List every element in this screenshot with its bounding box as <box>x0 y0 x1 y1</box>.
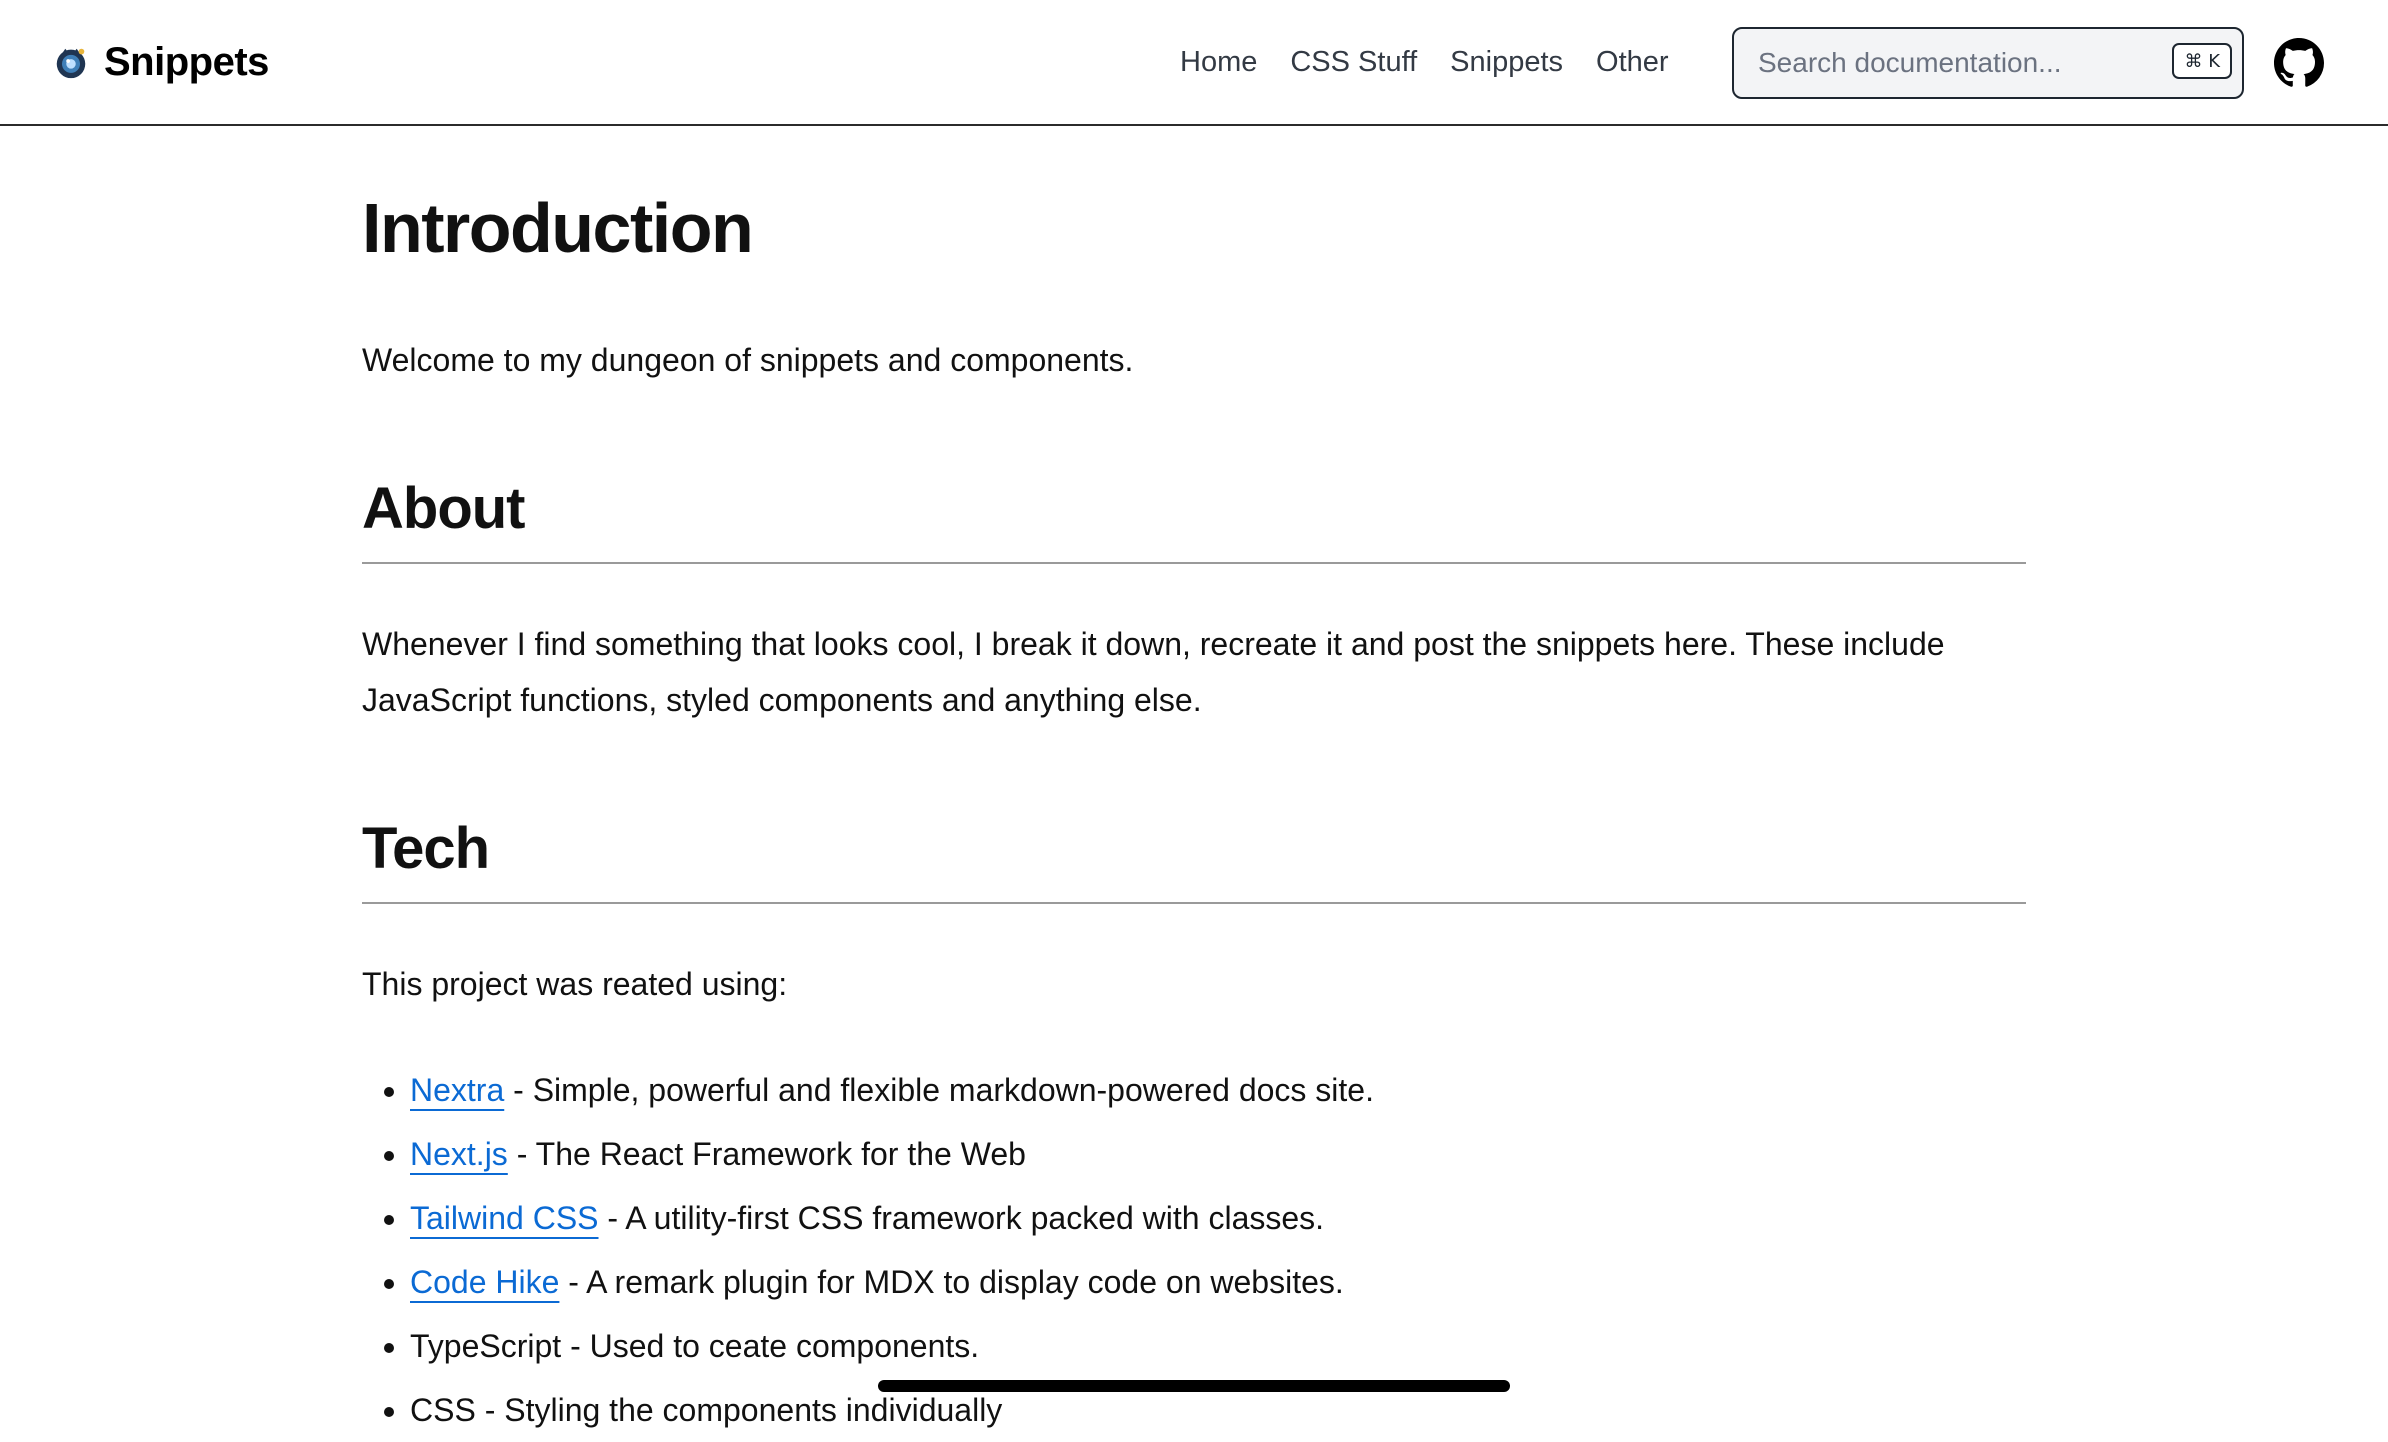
nextjs-link[interactable]: Next.js <box>410 1136 508 1172</box>
page-title: Introduction <box>362 189 754 267</box>
search-box[interactable]: ⌘ K <box>1732 27 2244 99</box>
about-paragraph: Whenever I find something that looks coo… <box>362 626 1945 718</box>
list-item: Code Hike - A remark plugin for MDX to d… <box>410 1250 1374 1314</box>
nextra-link[interactable]: Nextra <box>410 1072 504 1108</box>
brand-name: Snippets <box>104 39 269 84</box>
nav-other[interactable]: Other <box>1596 46 1669 79</box>
list-item-desc: - A utility-first CSS framework packed w… <box>598 1200 1325 1236</box>
nav-snippets[interactable]: Snippets <box>1450 46 1563 79</box>
about-heading: About <box>362 474 2026 564</box>
tailwind-css-link[interactable]: Tailwind CSS <box>410 1200 599 1236</box>
intro-paragraph: Welcome to my dungeon of snippets and co… <box>362 342 1134 378</box>
search-shortcut-badge: ⌘ K <box>2172 43 2232 79</box>
list-item-desc: - A remark plugin for MDX to display cod… <box>559 1264 1344 1300</box>
list-item: TypeScript - Used to ceate components. <box>410 1314 1374 1378</box>
nav-css-stuff[interactable]: CSS Stuff <box>1290 46 1417 79</box>
list-item: Tailwind CSS - A utility-first CSS frame… <box>410 1186 1374 1250</box>
list-item-desc: - The React Framework for the Web <box>507 1136 1026 1172</box>
home-indicator-bar <box>878 1380 1510 1392</box>
list-item-text: CSS - Styling the components individuall… <box>410 1392 1003 1428</box>
list-item-desc: - Simple, powerful and flexible markdown… <box>504 1072 1374 1108</box>
search-input[interactable] <box>1734 29 2154 97</box>
nav-home[interactable]: Home <box>1180 46 1257 79</box>
main-nav: Home CSS Stuff Snippets Other <box>1180 40 1702 84</box>
list-item: Next.js - The React Framework for the We… <box>410 1122 1374 1186</box>
code-hike-link[interactable]: Code Hike <box>410 1264 559 1300</box>
tech-lead-paragraph: This project was reated using: <box>362 966 788 1002</box>
top-navbar: Snippets Home CSS Stuff Snippets Other ⌘… <box>0 0 2388 126</box>
list-item-text: TypeScript - Used to ceate components. <box>410 1328 980 1364</box>
brand-logo-icon <box>56 48 86 79</box>
brand-link[interactable]: Snippets <box>52 36 269 88</box>
github-icon[interactable] <box>2274 38 2324 88</box>
list-item: Nextra - Simple, powerful and flexible m… <box>410 1058 1374 1122</box>
tech-heading: Tech <box>362 814 2026 904</box>
